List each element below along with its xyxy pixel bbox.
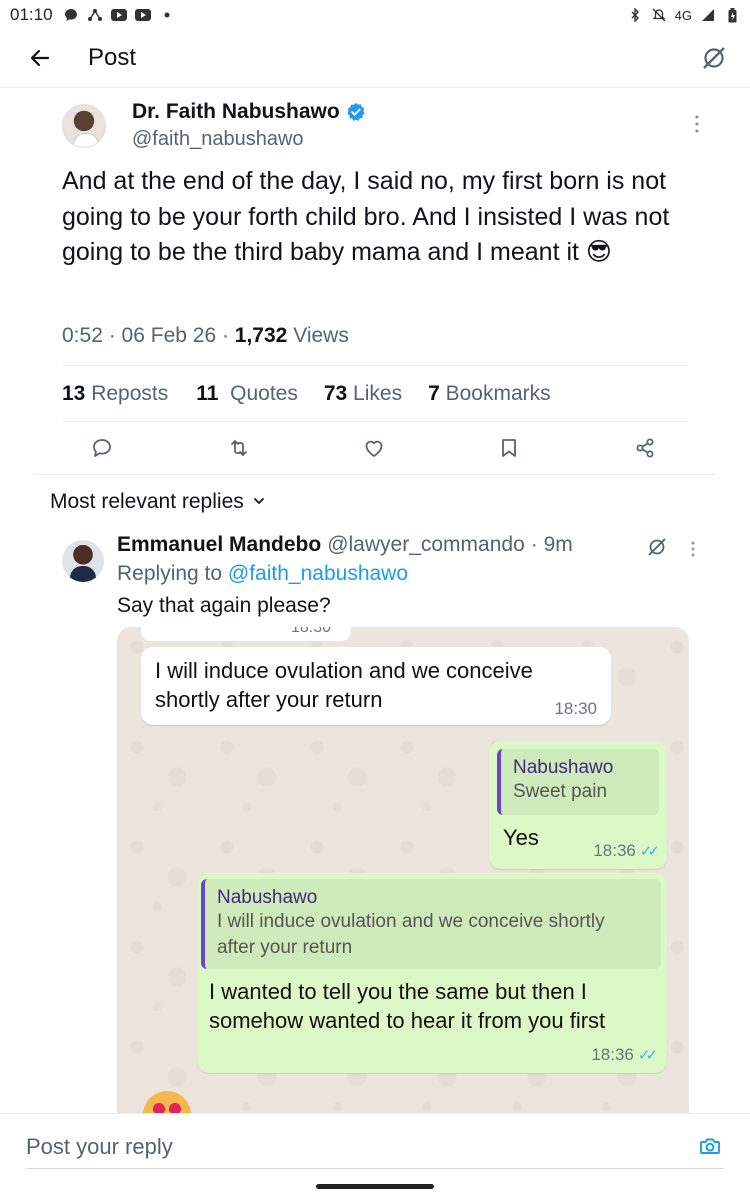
quoted-sender: Nabushawo: [217, 887, 318, 908]
divider: [62, 421, 688, 422]
replying-to: Replying to @faith_nabushawo: [117, 562, 408, 586]
bookmarks-count: 7: [428, 382, 440, 405]
engagement-stats: 13 Reposts 11 Quotes 73 Likes 7 Bookmark…: [62, 382, 551, 406]
connection-icon: [87, 8, 103, 22]
views-label: Views: [293, 324, 349, 347]
avatar[interactable]: [62, 540, 104, 582]
divider: [62, 365, 688, 366]
grok-icon[interactable]: [700, 44, 728, 72]
quoted-text: Sweet pain: [513, 781, 608, 802]
chat-time-text: 18:36: [593, 841, 636, 860]
action-bar: [62, 434, 662, 470]
author-name[interactable]: Dr. Faith Nabushawo: [132, 100, 340, 124]
divider: [34, 474, 715, 475]
share-icon[interactable]: [631, 434, 659, 462]
chat-message-text: I wanted to tell you the same but then I…: [209, 979, 606, 1033]
more-options-icon[interactable]: [690, 540, 696, 563]
post-text: And at the end of the day, I said no, my…: [62, 167, 670, 266]
replying-prefix: Replying to: [117, 562, 223, 585]
chat-message-text: I will induce ovulation and we conceive …: [155, 658, 533, 712]
heart-eyes-emoji-icon: [143, 1091, 191, 1115]
chat-time-text: 18:36: [591, 1045, 634, 1064]
more-options-icon[interactable]: [694, 114, 700, 134]
quotes-label: Quotes: [230, 382, 298, 405]
reposts-label: Reposts: [91, 382, 169, 405]
status-time: 01:10: [10, 5, 53, 24]
likes-label: Likes: [353, 382, 403, 405]
likes-count: 73: [323, 382, 348, 405]
chat-quoted-message: Nabushawo Sweet pain: [497, 749, 659, 815]
reply-author-handle[interactable]: @lawyer_commando: [327, 533, 525, 557]
replying-mention-link[interactable]: @faith_nabushawo: [228, 562, 408, 585]
verified-badge-icon: [346, 102, 366, 122]
dot-icon: [159, 8, 175, 22]
reply-icon[interactable]: [88, 434, 116, 462]
chat-time-text: 18:30: [554, 699, 597, 718]
quotes-stat[interactable]: 11 Quotes: [196, 382, 298, 406]
chevron-down-icon: [252, 490, 266, 514]
likes-stat[interactable]: 73 Likes: [324, 382, 402, 406]
reply-input[interactable]: Post your reply: [26, 1134, 173, 1160]
quoted-text: I will induce ovulation and we conceive …: [217, 911, 605, 958]
bookmarks-stat[interactable]: 7 Bookmarks: [428, 382, 551, 406]
reposts-count: 13: [62, 382, 86, 405]
chat-time: 18:36 ✓✓: [591, 1045, 658, 1065]
quoted-sender: Nabushawo: [513, 757, 614, 778]
views-count: 1,732: [234, 324, 288, 347]
youtube-icon: [110, 8, 127, 22]
status-bar: 01:10 4G: [0, 0, 750, 30]
status-right-icons: 4G: [627, 7, 740, 23]
signal-icon: [700, 8, 716, 22]
camera-icon[interactable]: [698, 1134, 722, 1158]
chat-message-text: Yes: [503, 825, 539, 850]
page-title: Post: [88, 44, 137, 71]
like-icon[interactable]: [360, 434, 388, 462]
chat-time: 18:36 ✓✓: [593, 841, 660, 861]
reposts-stat[interactable]: 13 Reposts: [62, 382, 168, 406]
status-left-icons: [63, 8, 175, 22]
gesture-home-bar[interactable]: [316, 1184, 434, 1189]
post-date: 06 Feb 26: [121, 324, 217, 347]
post-meta: 0:52 · 06 Feb 26 · 1,732 Views: [62, 324, 349, 347]
author-name-row[interactable]: Dr. Faith Nabushawo: [132, 100, 366, 124]
chat-partial-time: 18:30: [290, 627, 331, 636]
chat-time: 18:30: [554, 699, 597, 719]
post-time: 0:52: [62, 324, 103, 347]
repost-icon[interactable]: [225, 434, 253, 462]
reply-time: · 9m: [530, 533, 573, 556]
double-check-icon: ✓✓: [637, 1047, 658, 1064]
avatar[interactable]: [62, 104, 106, 148]
battery-icon: [724, 7, 740, 22]
grok-icon[interactable]: [646, 536, 668, 558]
quotes-count: 11: [196, 382, 219, 405]
reply-author-name[interactable]: Emmanuel Mandebo: [117, 533, 321, 557]
mute-icon: [651, 8, 667, 22]
bluetooth-icon: [627, 8, 643, 22]
chat-bubble-outgoing: Nabushawo Sweet pain Yes 18:36 ✓✓: [489, 741, 667, 869]
reply-media-image[interactable]: 18:30 I will induce ovulation and we con…: [117, 627, 689, 1115]
bookmarks-label: Bookmarks: [445, 382, 551, 405]
replies-sort-dropdown[interactable]: Most relevant replies: [50, 490, 266, 514]
arrow-left-icon[interactable]: [26, 44, 54, 72]
reply-header: Emmanuel Mandebo @lawyer_commando · 9m: [117, 533, 573, 557]
top-app-bar: Post: [0, 30, 750, 88]
network-type: 4G: [674, 7, 692, 23]
youtube-icon: [134, 8, 151, 22]
chat-bubble-outgoing: Nabushawo I will induce ovulation and we…: [197, 873, 667, 1073]
chat-bubble-partial: 18:30: [141, 627, 351, 641]
input-underline: [26, 1168, 724, 1169]
bookmark-icon[interactable]: [495, 434, 523, 462]
double-check-icon: ✓✓: [639, 843, 660, 860]
chat-bubble-icon: [63, 8, 79, 22]
reply-text: Say that again please?: [117, 594, 331, 617]
author-handle[interactable]: @faith_nabushawo: [132, 128, 304, 151]
chat-quoted-message: Nabushawo I will induce ovulation and we…: [201, 879, 661, 969]
chat-bubble-incoming: I will induce ovulation and we conceive …: [141, 647, 611, 725]
replies-sort-label: Most relevant replies: [50, 490, 244, 513]
